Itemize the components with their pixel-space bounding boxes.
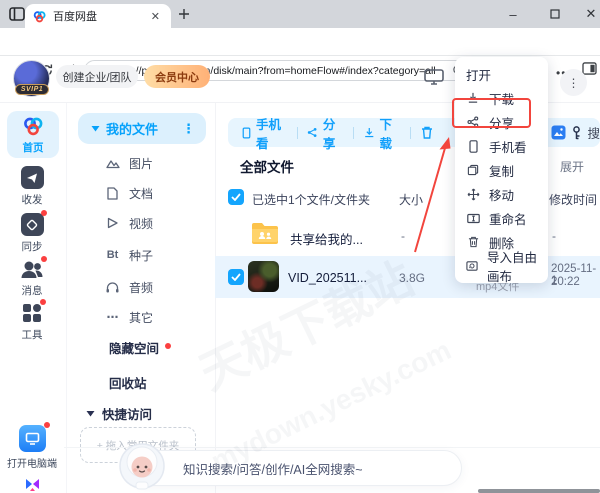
svip-badge: SVIP1 — [15, 84, 49, 95]
tools-badge — [40, 299, 46, 305]
search-label[interactable]: 搜 — [587, 123, 600, 142]
page-more-button[interactable]: ⋮ — [560, 69, 587, 96]
download-button[interactable]: 下载 — [364, 114, 400, 152]
tab-close-icon[interactable]: ✕ — [148, 10, 163, 23]
pc-client-icon — [19, 425, 46, 452]
audio-icon — [104, 281, 121, 293]
pc-client-badge — [44, 422, 50, 428]
dots-icon: ⋯ — [104, 310, 121, 324]
expand-button[interactable]: 展开 — [560, 158, 584, 175]
ai-search-bar[interactable]: 知识搜索/问答/创作/AI全网搜索~ — [132, 450, 462, 486]
rail-item-sync[interactable]: 同步 — [0, 213, 64, 254]
videos-icon — [104, 217, 121, 229]
delete-button[interactable] — [421, 126, 433, 139]
member-center-button[interactable]: 会员中心 — [144, 65, 210, 88]
tools-icon — [21, 302, 43, 324]
sidebar-item-documents[interactable]: 文档 — [104, 183, 214, 203]
new-tab-button[interactable] — [178, 8, 190, 20]
messages-badge — [41, 256, 47, 262]
sidebar-item-my-files[interactable]: 我的文件 ⋮ — [78, 113, 206, 144]
sidebar-item-pictures[interactable]: 图片 — [104, 153, 214, 173]
rail-item-send-receive[interactable]: 收发 — [0, 166, 64, 207]
tab-favicon-icon — [33, 10, 46, 23]
assistant-mascot[interactable] — [118, 442, 166, 490]
menu-item-import-canvas[interactable]: 导入自由画布 — [455, 254, 548, 278]
horizontal-scrollbar[interactable] — [478, 489, 600, 493]
tab-title: 百度网盘 — [53, 8, 148, 24]
canvas-icon — [466, 260, 478, 272]
documents-icon — [104, 187, 121, 200]
window-minimize-button[interactable]: – — [498, 0, 528, 28]
key-icon[interactable] — [572, 126, 581, 140]
col-modified[interactable]: 修改时间 — [549, 191, 597, 208]
file-row-size: 3.8G — [399, 271, 425, 285]
send-receive-icon — [21, 166, 44, 189]
browser-tab[interactable]: 百度网盘 ✕ — [25, 4, 171, 28]
row-checkbox[interactable] — [228, 269, 244, 285]
context-menu: 打开 下载 分享 手机看 复制 移动 重命名 删除 导入自由画布 — [455, 57, 548, 283]
sidebar-item-videos[interactable]: 视频 — [104, 213, 214, 233]
split-screen-icon[interactable] — [582, 62, 597, 75]
menu-item-copy[interactable]: 复制 — [455, 158, 548, 182]
video-thumbnail[interactable] — [248, 261, 279, 292]
file-row-name[interactable]: 共享给我的... — [290, 229, 363, 248]
sync-badge — [41, 210, 47, 216]
image-search-icon[interactable] — [551, 125, 566, 140]
netdisk-logo-icon — [22, 115, 44, 137]
sidebar-item-quick-access[interactable]: 快捷访问 — [86, 404, 152, 423]
browser-navbar: https://pan.baidu.com/disk/main?from=hom… — [0, 28, 600, 56]
messages-icon — [19, 258, 45, 280]
sidebar-divider — [215, 103, 216, 493]
open-pc-client[interactable]: 打开电脑端 — [0, 425, 64, 470]
select-all-checkbox[interactable] — [228, 189, 244, 205]
browser-titlebar: 百度网盘 ✕ – ✕ — [0, 0, 600, 28]
all-files-title: 全部文件 — [240, 156, 294, 176]
sidebar-item-hidden-space[interactable]: 隐藏空间 — [109, 338, 171, 357]
sidebar-item-torrents[interactable]: Bt 种子 — [104, 245, 214, 265]
rail-item-tools[interactable]: 工具 — [0, 302, 64, 342]
create-team-button[interactable]: 创建企业/团队 — [56, 65, 138, 88]
selection-info: 已选中1个文件/文件夹 — [252, 191, 370, 208]
caret-down-icon — [86, 410, 95, 417]
file-row-size: - — [401, 229, 405, 243]
highlight-box — [452, 98, 531, 128]
window-maximize-button[interactable] — [540, 0, 570, 28]
rail-item-home[interactable]: 首页 — [7, 111, 59, 158]
ai-search-placeholder: 知识搜索/问答/创作/AI全网搜索~ — [183, 459, 363, 478]
phone-view-button[interactable]: 手机看 — [242, 114, 287, 152]
rail-home-label: 首页 — [23, 140, 44, 155]
sync-icon — [21, 213, 44, 236]
file-row-name[interactable]: VID_202511... — [288, 271, 367, 285]
share-button[interactable]: 分享 — [307, 114, 343, 152]
trash-icon — [466, 236, 480, 248]
sidebar-item-audio[interactable]: 音频 — [104, 277, 214, 297]
col-size[interactable]: 大小 — [399, 191, 423, 208]
rail-divider — [66, 103, 67, 493]
menu-item-phone-view[interactable]: 手机看 — [455, 134, 548, 158]
my-files-label: 我的文件 — [106, 119, 158, 138]
phone-icon — [466, 140, 480, 153]
bt-icon: Bt — [104, 249, 121, 261]
rename-icon — [466, 213, 480, 224]
rail-item-messages[interactable]: 消息 — [0, 258, 64, 298]
window-close-button[interactable]: ✕ — [576, 0, 600, 28]
my-files-more-icon[interactable]: ⋮ — [182, 121, 195, 137]
caret-down-icon — [91, 125, 100, 132]
menu-item-rename[interactable]: 重命名 — [455, 206, 548, 230]
hidden-space-badge — [165, 343, 171, 349]
menu-item-move[interactable]: 移动 — [455, 182, 548, 206]
transfer-monitor-icon[interactable] — [423, 67, 445, 87]
pictures-icon — [104, 157, 121, 169]
menu-item-open[interactable]: 打开 — [455, 62, 548, 86]
sidebar-item-others[interactable]: ⋯ 其它 — [104, 307, 214, 327]
bottom-app-logo-icon[interactable] — [24, 477, 41, 493]
file-row-modified: - — [552, 229, 556, 243]
copy-icon — [466, 164, 480, 176]
move-icon — [466, 188, 480, 201]
workspaces-icon[interactable] — [9, 6, 25, 22]
file-row-modified-time: 20:22 — [551, 276, 580, 288]
sidebar-item-recycle-bin[interactable]: 回收站 — [109, 373, 147, 392]
shared-folder-icon[interactable] — [250, 221, 280, 246]
